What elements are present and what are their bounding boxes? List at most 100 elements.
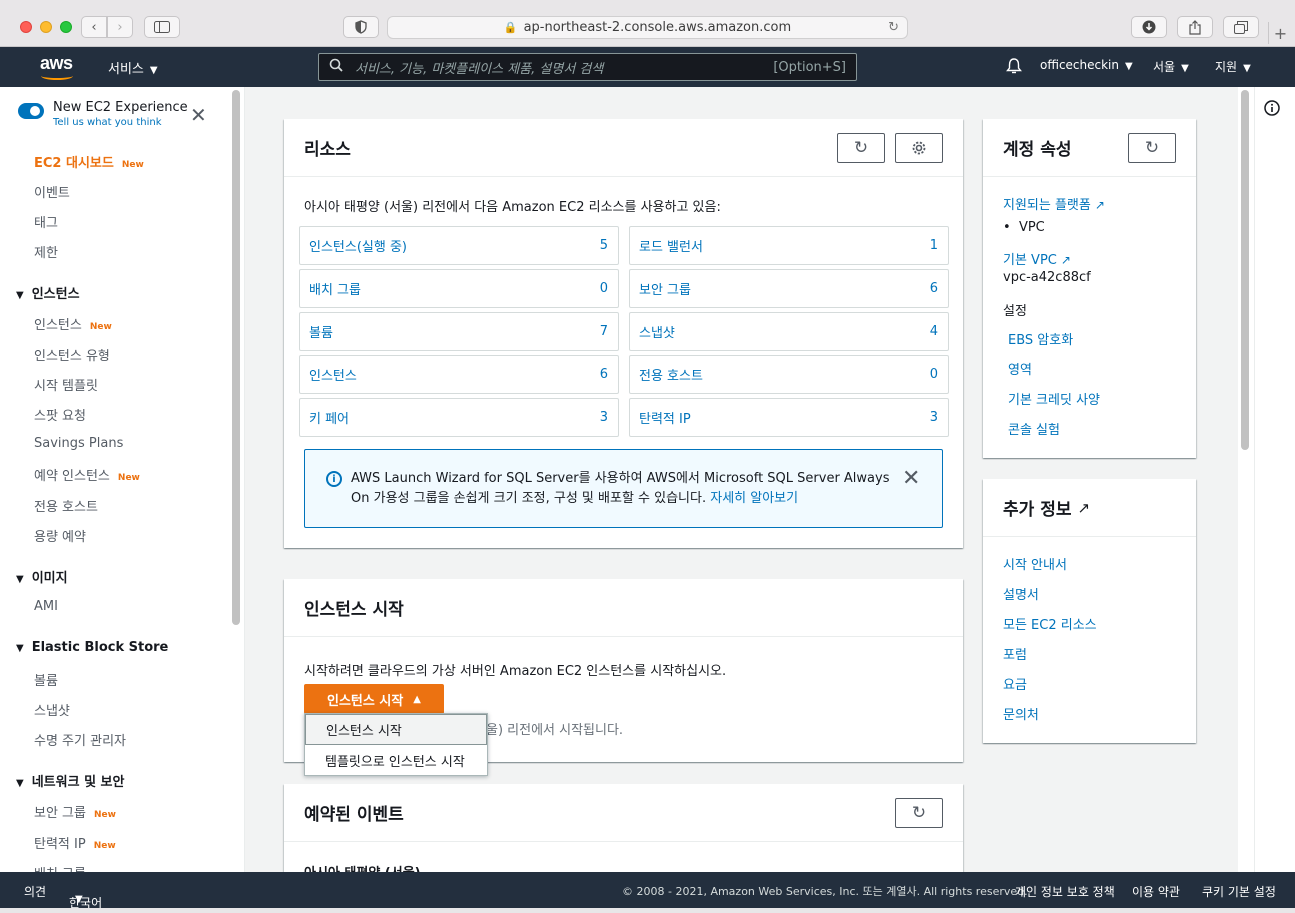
sidebar-item-reserved-instances[interactable]: 예약 인스턴스 New xyxy=(34,465,140,484)
resource-placement-groups[interactable]: 배치 그룹 0 xyxy=(299,269,619,308)
downloads-button[interactable] xyxy=(1131,16,1167,38)
documentation-link[interactable]: 설명서 xyxy=(1003,584,1039,603)
privacy-report-button[interactable] xyxy=(343,16,379,38)
resource-instances[interactable]: 인스턴스 6 xyxy=(299,355,619,394)
feedback-link[interactable]: Tell us what you think xyxy=(53,117,188,128)
refresh-button[interactable]: ↻ xyxy=(1128,133,1176,163)
sidebar-item-lifecycle-manager[interactable]: 수명 주기 관리자 xyxy=(34,730,126,749)
settings-label: 설정 xyxy=(1003,304,1027,319)
aws-logo[interactable]: aws xyxy=(40,53,76,81)
sidebar-item-volumes[interactable]: 볼륨 xyxy=(34,670,58,689)
sidebar-item-instance-types[interactable]: 인스턴스 유형 xyxy=(34,345,110,364)
sidebar-item-elastic-ips[interactable]: 탄력적 IP New xyxy=(34,833,116,852)
zones-link[interactable]: 영역 xyxy=(1008,359,1032,378)
info-icon[interactable] xyxy=(1264,100,1280,116)
sidebar-item-capacity-reservations[interactable]: 용량 예약 xyxy=(34,526,86,545)
sidebar-item-launch-templates[interactable]: 시작 템플릿 xyxy=(34,375,98,394)
search-input[interactable]: 서비스, 기능, 마켓플레이스 제품, 설명서 검색 [Option+S] xyxy=(318,53,857,81)
address-bar[interactable]: 🔒 ap-northeast-2.console.aws.amazon.com … xyxy=(387,16,908,39)
forward-button[interactable]: › xyxy=(107,16,133,38)
cookie-preferences-link[interactable]: 쿠키 기본 설정 xyxy=(1202,883,1276,900)
resource-snapshots[interactable]: 스냅샷 4 xyxy=(629,312,949,351)
sidebar-scrollbar[interactable] xyxy=(232,90,240,625)
sidebar-section-network-security[interactable]: ▼ 네트워크 및 보안 xyxy=(16,771,124,790)
resource-key-pairs[interactable]: 키 페어 3 xyxy=(299,398,619,437)
close-icon[interactable]: ✕ xyxy=(902,466,920,491)
sidebar-item-events[interactable]: 이벤트 xyxy=(34,182,70,201)
new-tab-button[interactable]: + xyxy=(1268,22,1292,44)
zoom-window-button[interactable] xyxy=(60,21,72,33)
sidebar-item-snapshots[interactable]: 스냅샷 xyxy=(34,700,70,719)
resource-running-instances[interactable]: 인스턴스(실행 중) 5 xyxy=(299,226,619,265)
contact-link[interactable]: 문의처 xyxy=(1003,704,1039,723)
reload-icon[interactable]: ↻ xyxy=(888,20,899,35)
sidebar-item-instances[interactable]: 인스턴스 New xyxy=(34,314,112,333)
minimize-window-button[interactable] xyxy=(40,21,52,33)
sidebar-item-savings-plans[interactable]: Savings Plans xyxy=(34,436,123,451)
account-menu[interactable]: officecheckin ▼ xyxy=(1040,58,1133,72)
new-badge: New xyxy=(93,841,116,851)
region-label: 서울 xyxy=(1153,60,1176,74)
launch-region-note: 울) 리전에서 시작됩니다. xyxy=(486,723,624,738)
shield-icon xyxy=(355,20,367,34)
supported-platforms-link[interactable]: 지원되는 플랫폼 ↗ xyxy=(1003,194,1105,213)
notifications-button[interactable] xyxy=(1005,57,1023,78)
launch-instance-button[interactable]: 인스턴스 시작 ▲ xyxy=(304,684,444,714)
sidebar-item-limits[interactable]: 제한 xyxy=(34,242,58,261)
aws-smile-icon xyxy=(41,72,73,80)
sidebar-section-instances[interactable]: ▼ 인스턴스 xyxy=(16,283,80,302)
chevron-left-icon: ‹ xyxy=(91,19,97,35)
refresh-button[interactable]: ↻ xyxy=(895,798,943,828)
sidebar-section-ebs[interactable]: ▼ Elastic Block Store xyxy=(16,640,168,655)
terms-link[interactable]: 이용 약관 xyxy=(1132,883,1180,900)
refresh-button[interactable]: ↻ xyxy=(837,133,885,163)
console-experiments-link[interactable]: 콘솔 실험 xyxy=(1008,419,1060,438)
close-window-button[interactable] xyxy=(20,21,32,33)
resource-dedicated-hosts[interactable]: 전용 호스트 0 xyxy=(629,355,949,394)
resource-elastic-ips[interactable]: 탄력적 IP 3 xyxy=(629,398,949,437)
tabs-overview-button[interactable] xyxy=(1223,16,1259,38)
main-scrollbar[interactable] xyxy=(1238,87,1254,872)
menu-item-launch-from-template[interactable]: 템플릿으로 인스턴스 시작 xyxy=(305,745,487,776)
resource-volumes[interactable]: 볼륨 7 xyxy=(299,312,619,351)
all-ec2-resources-link[interactable]: 모든 EC2 리소스 xyxy=(1003,614,1097,633)
sidebar-item-tags[interactable]: 태그 xyxy=(34,212,58,231)
ebs-encryption-link[interactable]: EBS 암호화 xyxy=(1008,329,1073,348)
getting-started-link[interactable]: 시작 안내서 xyxy=(1003,554,1067,573)
close-icon[interactable]: ✕ xyxy=(190,105,207,125)
resources-title: 리소스 xyxy=(304,140,351,160)
sidebar-section-images[interactable]: ▼ 이미지 xyxy=(16,567,68,586)
sidebar-item-placement-groups[interactable]: 배치 그룹 xyxy=(34,863,86,872)
sidebar-item-ec2-dashboard[interactable]: EC2 대시보드 New xyxy=(34,152,144,171)
new-experience-toggle[interactable] xyxy=(18,103,44,119)
external-link-icon: ↗ xyxy=(1077,498,1091,517)
back-button[interactable]: ‹ xyxy=(81,16,107,38)
resource-load-balancers[interactable]: 로드 밸런서 1 xyxy=(629,226,949,265)
window-bottom-edge xyxy=(0,908,1295,913)
feedback-link[interactable]: 의견 xyxy=(24,883,46,900)
settings-button[interactable] xyxy=(895,133,943,163)
support-menu[interactable]: 지원 ▼ xyxy=(1215,58,1251,75)
default-vpc-link[interactable]: 기본 VPC ↗ xyxy=(1003,249,1071,268)
learn-more-link[interactable]: 자세히 알아보기 xyxy=(710,491,798,506)
caret-up-icon: ▲ xyxy=(413,693,421,705)
pricing-link[interactable]: 요금 xyxy=(1003,674,1027,693)
forums-link[interactable]: 포럼 xyxy=(1003,644,1027,663)
menu-item-launch-instance[interactable]: 인스턴스 시작 xyxy=(305,714,487,745)
share-button[interactable] xyxy=(1177,16,1213,38)
services-menu[interactable]: 서비스 ▼ xyxy=(108,58,158,77)
region-menu[interactable]: 서울 ▼ xyxy=(1153,58,1189,75)
tabs-icon xyxy=(1234,20,1248,34)
additional-info-panel: 추가 정보 ↗ 시작 안내서 설명서 모든 EC2 리소스 포럼 요금 문의처 xyxy=(983,479,1196,743)
launch-dropdown-menu: 인스턴스 시작 템플릿으로 인스턴스 시작 xyxy=(304,713,488,776)
caret-down-icon: ▼ xyxy=(75,894,83,905)
sidebar-toggle-button[interactable] xyxy=(144,16,180,38)
resource-security-groups[interactable]: 보안 그룹 6 xyxy=(629,269,949,308)
sidebar-item-ami[interactable]: AMI xyxy=(34,599,58,614)
sidebar-item-security-groups[interactable]: 보안 그룹 New xyxy=(34,802,116,821)
default-vpc-value: vpc-a42c88cf xyxy=(1003,270,1091,285)
sidebar-item-dedicated-hosts[interactable]: 전용 호스트 xyxy=(34,496,98,515)
privacy-policy-link[interactable]: 개인 정보 보호 정책 xyxy=(1015,883,1115,900)
sidebar-item-spot-requests[interactable]: 스팟 요청 xyxy=(34,405,86,424)
default-credit-spec-link[interactable]: 기본 크레딧 사양 xyxy=(1008,389,1100,408)
